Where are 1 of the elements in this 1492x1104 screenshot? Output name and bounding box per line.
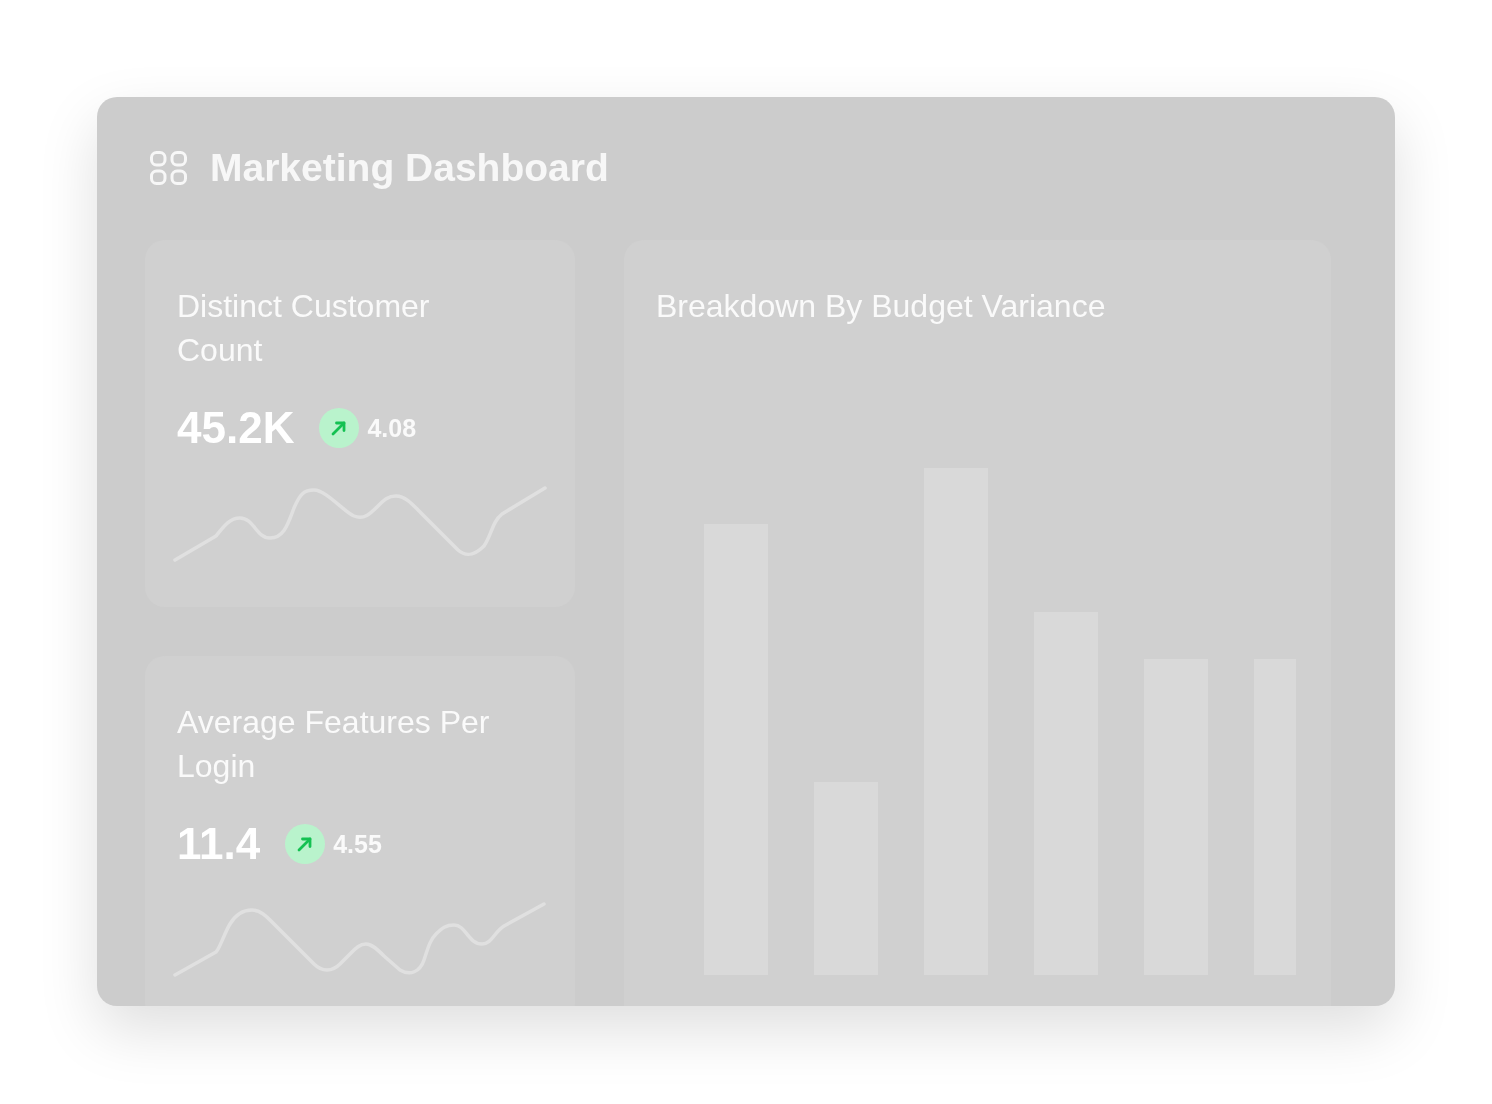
grid-icon bbox=[150, 151, 187, 185]
